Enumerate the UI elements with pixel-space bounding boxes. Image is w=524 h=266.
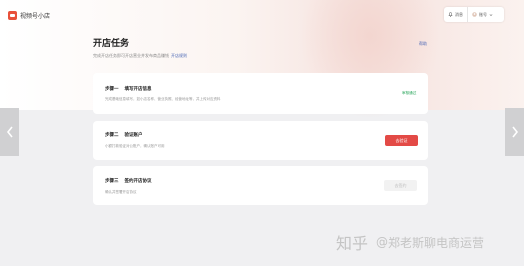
step-card-1: 步骤一 填写开店信息 完成基础信息填写，如小店名称、营业执照、经营地址等，并上传对… [93, 73, 428, 114]
rules-link[interactable]: 开店规则 [171, 53, 187, 58]
step-description: 小额打款验证对公账户，确认账户可用 [105, 144, 165, 148]
help-link[interactable]: 帮助 [419, 41, 427, 47]
chevron-down-icon [489, 13, 493, 16]
next-arrow-button[interactable] [505, 108, 524, 156]
verify-account-button[interactable]: 去验证 [385, 135, 418, 146]
watermark-at: @ [376, 235, 389, 249]
prev-arrow-button[interactable] [0, 108, 19, 156]
messages-button[interactable]: 消息 [444, 7, 467, 22]
step-number: 步骤二 [105, 133, 119, 138]
avatar-icon [472, 12, 477, 17]
shop-logo-icon [8, 11, 17, 20]
watermark: 知乎 @ 郑老斯聊电商运营 [336, 231, 484, 253]
step-name: 验证账户 [124, 133, 143, 138]
step-title: 步骤二 验证账户 [105, 132, 143, 138]
account-label: 账号 [479, 11, 487, 17]
watermark-user: 郑老斯聊电商运营 [388, 235, 485, 250]
step-description: 完成基础信息填写，如小店名称、营业执照、经营地址等，并上传对应资料 [105, 97, 221, 101]
step-description: 确认并签署开店协议 [105, 190, 137, 194]
page-title: 开店任务 [93, 39, 130, 49]
chevron-left-icon [6, 126, 13, 138]
step-name: 填写开店信息 [124, 87, 152, 92]
chevron-right-icon [511, 126, 518, 138]
step-card-2: 步骤二 验证账户 小额打款验证对公账户，确认账户可用 去验证 [93, 121, 428, 160]
watermark-brand: 知乎 [336, 234, 369, 253]
step-title: 步骤一 填写开店信息 [105, 86, 152, 92]
page-subtitle: 完成开店任务即可开店营业并发布商品赚钱 开店规则 [93, 53, 187, 59]
subtitle-text: 完成开店任务即可开店营业并发布商品赚钱 [93, 53, 169, 58]
status-badge: 审核通过 [402, 91, 417, 95]
step-number: 步骤一 [105, 87, 119, 92]
step-title: 步骤三 签约开店协议 [105, 178, 152, 184]
account-menu[interactable]: 账号 [467, 7, 497, 22]
top-actions: 消息 账号 [444, 7, 504, 22]
app-name: 视频号小店 [20, 14, 51, 20]
step-name: 签约开店协议 [124, 179, 152, 184]
bell-icon [448, 12, 453, 17]
step-card-3: 步骤三 签约开店协议 确认并签署开店协议 去签约 [93, 166, 428, 205]
top-bar: 视频号小店 消息 账号 [0, 0, 524, 32]
step-number: 步骤三 [105, 179, 119, 184]
messages-label: 消息 [455, 11, 463, 17]
sign-agreement-button: 去签约 [384, 180, 417, 191]
